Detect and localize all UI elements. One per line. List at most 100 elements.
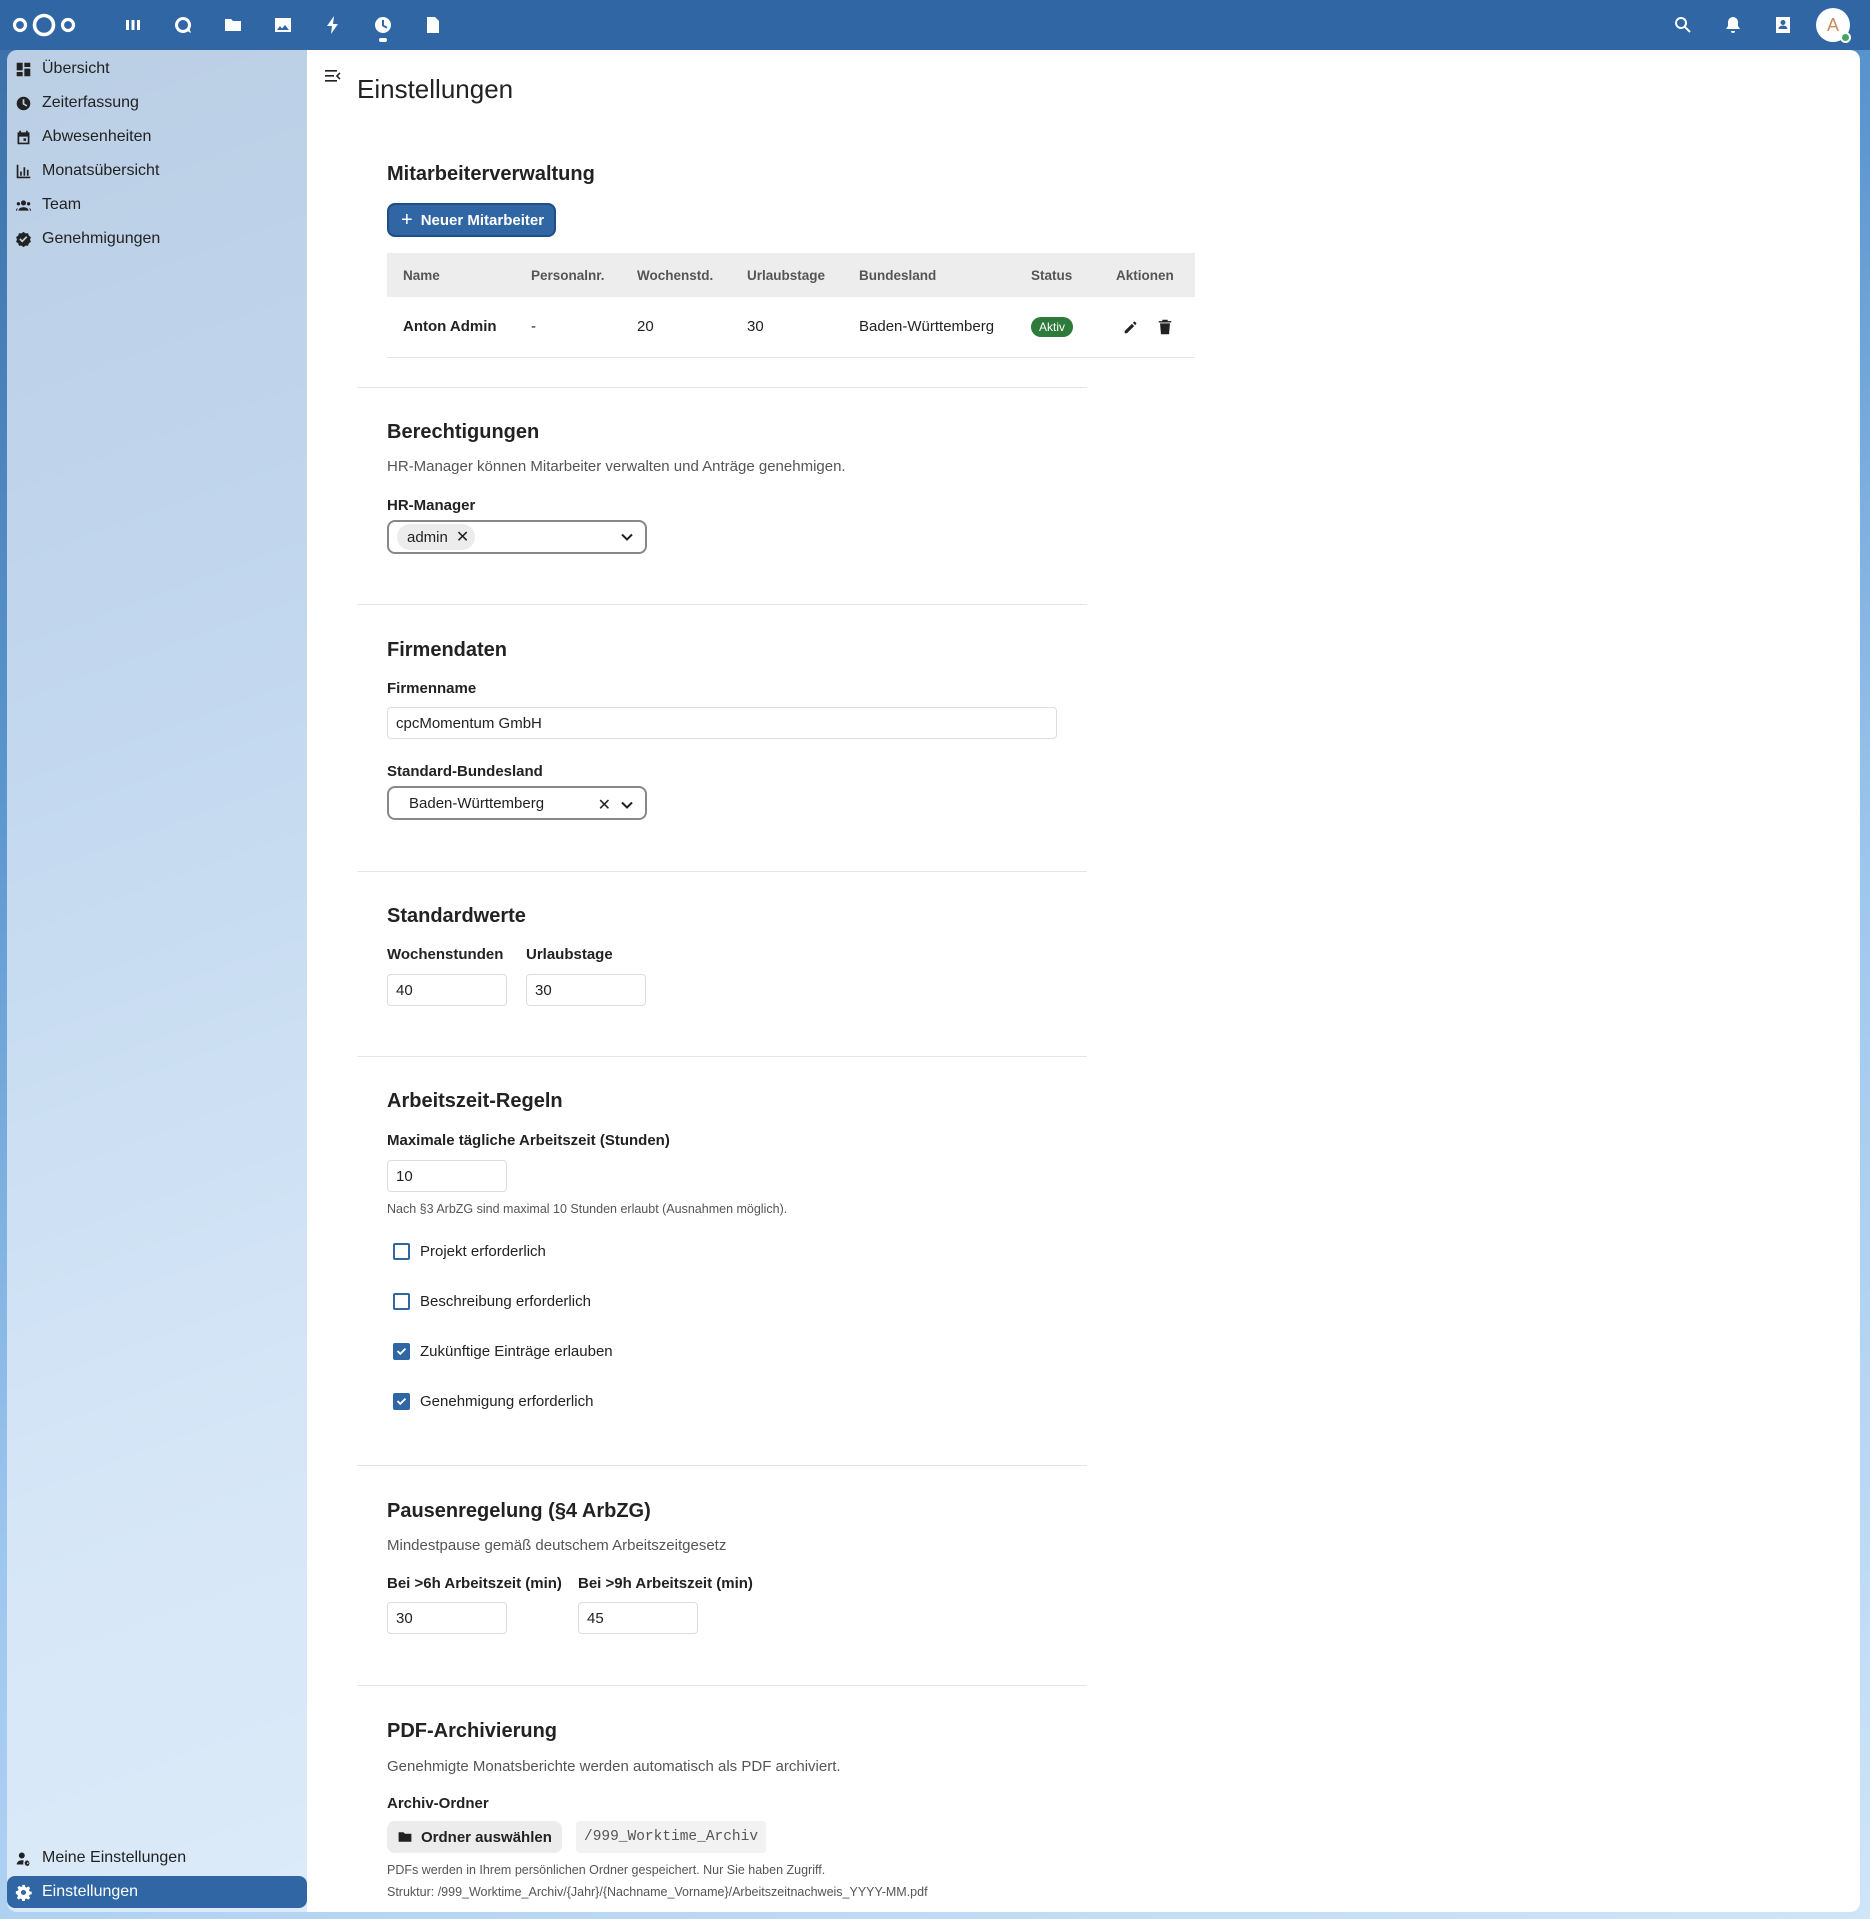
checkbox-zukuenftige-eintraege[interactable]: Zukünftige Einträge erlauben xyxy=(393,1343,613,1360)
checkbox-unchecked-icon xyxy=(393,1293,410,1310)
navigation-toggle-icon[interactable] xyxy=(323,66,343,86)
trash-icon xyxy=(1158,319,1172,334)
notifications-icon[interactable] xyxy=(1708,0,1758,50)
top-bar: A xyxy=(0,0,1870,50)
cell-bundesland: Baden-Württemberg xyxy=(843,297,1015,358)
activity-app-icon[interactable] xyxy=(308,0,358,50)
notes-app-icon[interactable] xyxy=(408,0,458,50)
checkbox-genehmigung-erforderlich[interactable]: Genehmigung erforderlich xyxy=(393,1393,593,1410)
checkbox-beschreibung-erforderlich[interactable]: Beschreibung erforderlich xyxy=(393,1293,591,1310)
nav-item-uebersicht[interactable]: Übersicht xyxy=(7,53,307,85)
max-daily-hours-label: Maximale tägliche Arbeitszeit (Stunden) xyxy=(387,1132,670,1149)
approval-icon xyxy=(16,231,31,247)
talk-app-icon[interactable] xyxy=(158,0,208,50)
nav-item-zeiterfassung[interactable]: Zeiterfassung xyxy=(7,87,307,119)
hr-manager-label: HR-Manager xyxy=(387,497,476,514)
hr-manager-chip: admin ✕ xyxy=(397,524,476,550)
cell-personalnr: - xyxy=(515,297,621,358)
divider xyxy=(357,1465,1087,1466)
weekly-hours-label: Wochenstunden xyxy=(387,946,504,963)
column-header-personalnr: Personalnr. xyxy=(531,267,605,283)
employee-table: Name Personalnr. Wochenstd. Urlaubstage … xyxy=(387,253,1195,358)
nav-item-einstellungen[interactable]: Einstellungen xyxy=(7,1876,307,1908)
new-employee-button[interactable]: + Neuer Mitarbeiter xyxy=(387,203,557,237)
chevron-down-icon[interactable] xyxy=(619,529,635,545)
column-header-status: Status xyxy=(1031,267,1073,283)
cell-status: Aktiv xyxy=(1015,297,1100,358)
vacation-days-input[interactable]: 30 xyxy=(526,974,646,1006)
photos-app-icon[interactable] xyxy=(258,0,308,50)
nav-item-abwesenheiten[interactable]: Abwesenheiten xyxy=(7,121,307,153)
cell-name: Anton Admin xyxy=(387,297,515,358)
company-name-label: Firmenname xyxy=(387,680,477,697)
default-state-value: Baden-Württemberg xyxy=(409,794,545,812)
nav-item-monatsuebersicht[interactable]: Monatsübersicht xyxy=(7,155,307,187)
pdf-hint-storage: PDFs werden in Ihrem persönlichen Ordner… xyxy=(387,1863,826,1877)
archive-folder-label: Archiv-Ordner xyxy=(387,1795,489,1812)
checkbox-projekt-erforderlich[interactable]: Projekt erforderlich xyxy=(393,1243,546,1260)
dashboard-app-icon[interactable] xyxy=(108,0,158,50)
pencil-icon xyxy=(1124,321,1137,334)
nextcloud-logo[interactable] xyxy=(12,10,76,40)
divider xyxy=(357,1056,1087,1057)
app-content: Einstellungen Mitarbeiterverwaltung + Ne… xyxy=(307,50,1860,1912)
max-daily-hours-input[interactable]: 10 xyxy=(387,1160,507,1192)
column-header-urlaubstage: Urlaubstage xyxy=(747,267,826,283)
breaks-description: Mindestpause gemäß deutschem Arbeitszeit… xyxy=(387,1537,727,1554)
section-title-pausenregelung: Pausenregelung (§4 ArbZG) xyxy=(387,1500,651,1522)
checkbox-checked-icon xyxy=(393,1343,410,1360)
table-row: Anton Admin - 20 30 Baden-Württemberg Ak… xyxy=(387,297,1195,358)
user-avatar[interactable]: A xyxy=(1816,8,1851,43)
break-9h-label: Bei >9h Arbeitszeit (min) xyxy=(578,1575,753,1592)
pdf-description: Genehmigte Monatsberichte werden automat… xyxy=(387,1758,841,1775)
permissions-description: HR-Manager können Mitarbeiter verwalten … xyxy=(387,458,846,475)
timetracking-app-icon[interactable] xyxy=(358,0,408,50)
chevron-down-icon[interactable] xyxy=(619,797,635,813)
column-header-bundesland: Bundesland xyxy=(859,267,937,283)
delete-button[interactable] xyxy=(1150,312,1180,342)
default-state-select[interactable]: Baden-Württemberg ✕ xyxy=(387,786,647,820)
nav-item-team[interactable]: Team xyxy=(7,189,307,221)
divider xyxy=(357,871,1087,872)
choose-folder-button[interactable]: Ordner auswählen xyxy=(387,1821,562,1853)
nav-item-genehmigungen[interactable]: Genehmigungen xyxy=(7,223,307,255)
section-title-firmendaten: Firmendaten xyxy=(387,639,508,661)
dashboard-icon xyxy=(16,62,31,76)
hr-manager-select-controls xyxy=(619,529,635,545)
app-navigation: Übersicht Zeiterfassung Abwesenheiten Mo… xyxy=(7,50,307,1912)
user-settings-icon xyxy=(16,1852,30,1866)
table-header-row: Name Personalnr. Wochenstd. Urlaubstage … xyxy=(387,253,1195,297)
team-icon xyxy=(15,199,32,211)
column-header-aktionen: Aktionen xyxy=(1116,267,1174,283)
hr-manager-select[interactable]: admin ✕ xyxy=(387,520,647,554)
search-icon[interactable] xyxy=(1658,0,1708,50)
nav-item-meine-einstellungen[interactable]: Meine Einstellungen xyxy=(7,1842,307,1874)
archive-folder-path: /999_Worktime_Archiv xyxy=(576,1821,767,1853)
company-name-input[interactable]: cpcMomentum GmbH xyxy=(387,707,1057,739)
divider xyxy=(357,604,1087,605)
section-title-berechtigungen: Berechtigungen xyxy=(387,421,540,443)
checkbox-unchecked-icon xyxy=(393,1243,410,1260)
pdf-hint-structure: Struktur: /999_Worktime_Archiv/{Jahr}/{N… xyxy=(387,1885,928,1899)
app-menu xyxy=(108,0,458,50)
break-6h-input[interactable]: 30 xyxy=(387,1602,507,1634)
clear-icon[interactable]: ✕ xyxy=(598,795,611,815)
column-header-wochenstd: Wochenstd. xyxy=(637,267,714,283)
contacts-icon[interactable] xyxy=(1758,0,1808,50)
max-daily-hours-hint: Nach §3 ArbZG sind maximal 10 Stunden er… xyxy=(387,1202,788,1216)
edit-button[interactable] xyxy=(1116,312,1146,342)
online-status-dot xyxy=(1840,32,1851,43)
files-app-icon[interactable] xyxy=(208,0,258,50)
cell-wochenstd: 20 xyxy=(621,297,731,358)
vacation-days-label: Urlaubstage xyxy=(526,946,613,963)
cell-urlaubstage: 30 xyxy=(731,297,843,358)
column-header-name: Name xyxy=(403,267,440,283)
remove-chip-icon[interactable]: ✕ xyxy=(456,527,469,547)
section-title-arbeitszeit-regeln: Arbeitszeit-Regeln xyxy=(387,1090,563,1112)
section-title-standardwerte: Standardwerte xyxy=(387,905,526,927)
checkbox-checked-icon xyxy=(393,1393,410,1410)
gear-icon xyxy=(15,1884,32,1901)
header-right: A xyxy=(1658,0,1870,50)
weekly-hours-input[interactable]: 40 xyxy=(387,974,507,1006)
break-9h-input[interactable]: 45 xyxy=(578,1602,698,1634)
